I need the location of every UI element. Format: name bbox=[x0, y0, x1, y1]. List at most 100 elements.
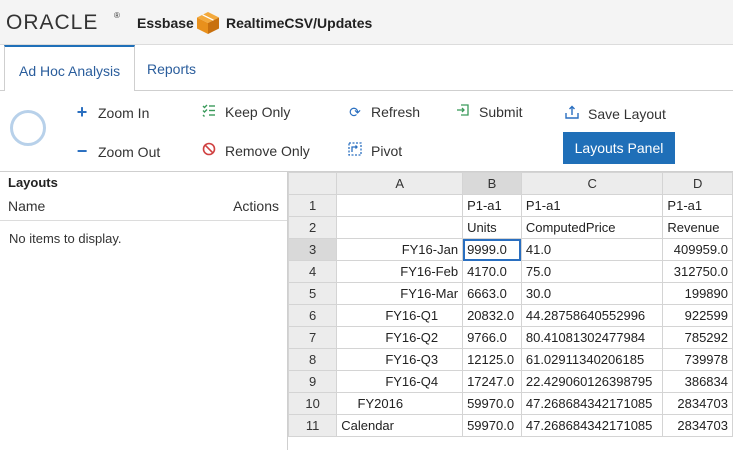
grid-cell[interactable] bbox=[336, 216, 464, 239]
grid-cell[interactable]: ComputedPrice bbox=[520, 216, 664, 239]
prohibit-icon bbox=[201, 141, 217, 161]
grid-cell[interactable]: FY16-Q4 bbox=[336, 370, 464, 393]
row-header[interactable]: 11 bbox=[287, 414, 338, 437]
grid-cell[interactable]: Revenue bbox=[662, 216, 733, 239]
active-grid-cell[interactable]: 9999.0 bbox=[462, 238, 522, 261]
grid-cell[interactable]: 6663.0 bbox=[462, 282, 522, 305]
row-header[interactable]: 6 bbox=[287, 304, 338, 327]
row-header[interactable]: 4 bbox=[287, 260, 338, 283]
table-row: 1 P1-a1 P1-a1 P1-a1 bbox=[287, 194, 733, 217]
table-row: 10 FY2016 59970.0 47.268684342171085 283… bbox=[287, 392, 733, 415]
grid-cell[interactable]: FY16-Mar bbox=[336, 282, 464, 305]
grid-cell[interactable] bbox=[336, 194, 464, 217]
tab-bar: Ad Hoc Analysis Reports bbox=[0, 45, 733, 91]
table-row: 6 FY16-Q1 20832.0 44.28758640552996 9225… bbox=[287, 304, 733, 327]
save-layout-button[interactable]: Save Layout bbox=[564, 104, 666, 124]
grid-cell[interactable]: FY2016 bbox=[336, 392, 464, 415]
grid-corner[interactable] bbox=[287, 172, 338, 195]
grid-cell[interactable]: 59970.0 bbox=[462, 414, 522, 437]
grid-cell[interactable]: 41.0 bbox=[520, 238, 664, 261]
layouts-column-name[interactable]: Name bbox=[8, 198, 45, 214]
grid-cell[interactable]: 386834 bbox=[662, 370, 733, 393]
grid-cell[interactable]: Calendar bbox=[336, 414, 464, 437]
grid-cell[interactable]: 312750.0 bbox=[662, 260, 733, 283]
grid-cell[interactable]: 739978 bbox=[662, 348, 733, 371]
tab-reports[interactable]: Reports bbox=[133, 45, 210, 90]
submit-icon bbox=[455, 102, 471, 122]
grid-cell[interactable]: P1-a1 bbox=[520, 194, 664, 217]
layouts-panel-title: Layouts bbox=[8, 175, 58, 190]
panel-divider bbox=[0, 220, 287, 221]
submit-button[interactable]: Submit bbox=[455, 102, 523, 122]
zoom-out-label: Zoom Out bbox=[98, 144, 161, 160]
grid-cell[interactable]: 61.02911340206185 bbox=[520, 348, 664, 371]
grid-cell[interactable]: FY16-Jan bbox=[336, 238, 464, 261]
layouts-panel: Layouts Name Actions No items to display… bbox=[0, 172, 288, 450]
cube-icon bbox=[197, 12, 219, 34]
row-header[interactable]: 10 bbox=[287, 392, 338, 415]
row-header[interactable]: 8 bbox=[287, 348, 338, 371]
pivot-icon bbox=[347, 141, 363, 161]
logo-trademark: ® bbox=[114, 11, 120, 20]
grid-cell[interactable]: 409959.0 bbox=[662, 238, 733, 261]
grid-cell[interactable]: 9766.0 bbox=[462, 326, 522, 349]
row-header[interactable]: 1 bbox=[287, 194, 338, 217]
pivot-label: Pivot bbox=[371, 143, 403, 159]
grid-cell[interactable]: 20832.0 bbox=[462, 304, 522, 327]
grid-cell[interactable]: 2834703 bbox=[662, 392, 733, 415]
column-header-d[interactable]: D bbox=[662, 172, 733, 195]
column-header-row: A B C D bbox=[287, 172, 733, 195]
table-row: 8 FY16-Q3 12125.0 61.02911340206185 7399… bbox=[287, 348, 733, 371]
keep-only-button[interactable]: Keep Only bbox=[201, 102, 290, 122]
pivot-button[interactable]: Pivot bbox=[347, 141, 402, 161]
grid-cell[interactable]: FY16-Q2 bbox=[336, 326, 464, 349]
row-header[interactable]: 5 bbox=[287, 282, 338, 305]
empty-message: No items to display. bbox=[9, 231, 122, 246]
save-layout-label: Save Layout bbox=[588, 106, 666, 122]
zoom-out-button[interactable]: − Zoom Out bbox=[74, 141, 161, 161]
grid-cell[interactable]: FY16-Q1 bbox=[336, 304, 464, 327]
grid-cell[interactable]: FY16-Feb bbox=[336, 260, 464, 283]
row-header[interactable]: 7 bbox=[287, 326, 338, 349]
column-header-c[interactable]: C bbox=[520, 172, 664, 195]
column-header-a[interactable]: A bbox=[336, 172, 464, 195]
grid-cell[interactable]: 199890 bbox=[662, 282, 733, 305]
spreadsheet-grid: A B C D 1 P1-a1 P1-a1 P1-a1 2 Units Comp… bbox=[287, 172, 733, 437]
grid-cell[interactable]: 47.268684342171085 bbox=[520, 414, 664, 437]
zoom-in-button[interactable]: + Zoom In bbox=[74, 102, 150, 122]
minus-icon: − bbox=[76, 141, 88, 161]
grid-cell[interactable]: 4170.0 bbox=[462, 260, 522, 283]
grid-cell[interactable]: P1-a1 bbox=[662, 194, 733, 217]
oracle-logo: ORACLE bbox=[6, 11, 99, 34]
product-name: Essbase bbox=[137, 15, 194, 31]
grid-cell[interactable]: 30.0 bbox=[520, 282, 664, 305]
grid-cell[interactable]: 44.28758640552996 bbox=[520, 304, 664, 327]
toolbar: + Zoom In − Zoom Out Keep Only Remove Only… bbox=[0, 91, 733, 172]
table-row: 2 Units ComputedPrice Revenue bbox=[287, 216, 733, 239]
layouts-panel-button[interactable]: Layouts Panel bbox=[563, 132, 675, 164]
grid-cell[interactable]: 17247.0 bbox=[462, 370, 522, 393]
grid-cell[interactable]: 47.268684342171085 bbox=[520, 392, 664, 415]
row-header[interactable]: 2 bbox=[287, 216, 338, 239]
grid-cell[interactable]: 2834703 bbox=[662, 414, 733, 437]
grid-cell[interactable]: 922599 bbox=[662, 304, 733, 327]
grid-cell[interactable]: Units bbox=[462, 216, 522, 239]
grid-cell[interactable]: 12125.0 bbox=[462, 348, 522, 371]
grid-cell[interactable]: P1-a1 bbox=[462, 194, 522, 217]
column-header-b[interactable]: B bbox=[462, 172, 522, 195]
table-row: 11 Calendar 59970.0 47.268684342171085 2… bbox=[287, 414, 733, 437]
table-row: 7 FY16-Q2 9766.0 80.41081302477984 78529… bbox=[287, 326, 733, 349]
grid-cell[interactable]: 22.429060126398795 bbox=[520, 370, 664, 393]
refresh-button[interactable]: ⟳ Refresh bbox=[347, 102, 420, 122]
grid-cell[interactable]: 75.0 bbox=[520, 260, 664, 283]
row-header[interactable]: 9 bbox=[287, 370, 338, 393]
grid-cell[interactable]: 785292 bbox=[662, 326, 733, 349]
tab-ad-hoc-analysis[interactable]: Ad Hoc Analysis bbox=[4, 45, 136, 91]
grid-cell[interactable]: FY16-Q3 bbox=[336, 348, 464, 371]
remove-only-label: Remove Only bbox=[225, 143, 310, 159]
remove-only-button[interactable]: Remove Only bbox=[201, 141, 310, 161]
plus-icon: + bbox=[76, 102, 88, 122]
grid-cell[interactable]: 80.41081302477984 bbox=[520, 326, 664, 349]
grid-cell[interactable]: 59970.0 bbox=[462, 392, 522, 415]
row-header[interactable]: 3 bbox=[287, 238, 338, 261]
